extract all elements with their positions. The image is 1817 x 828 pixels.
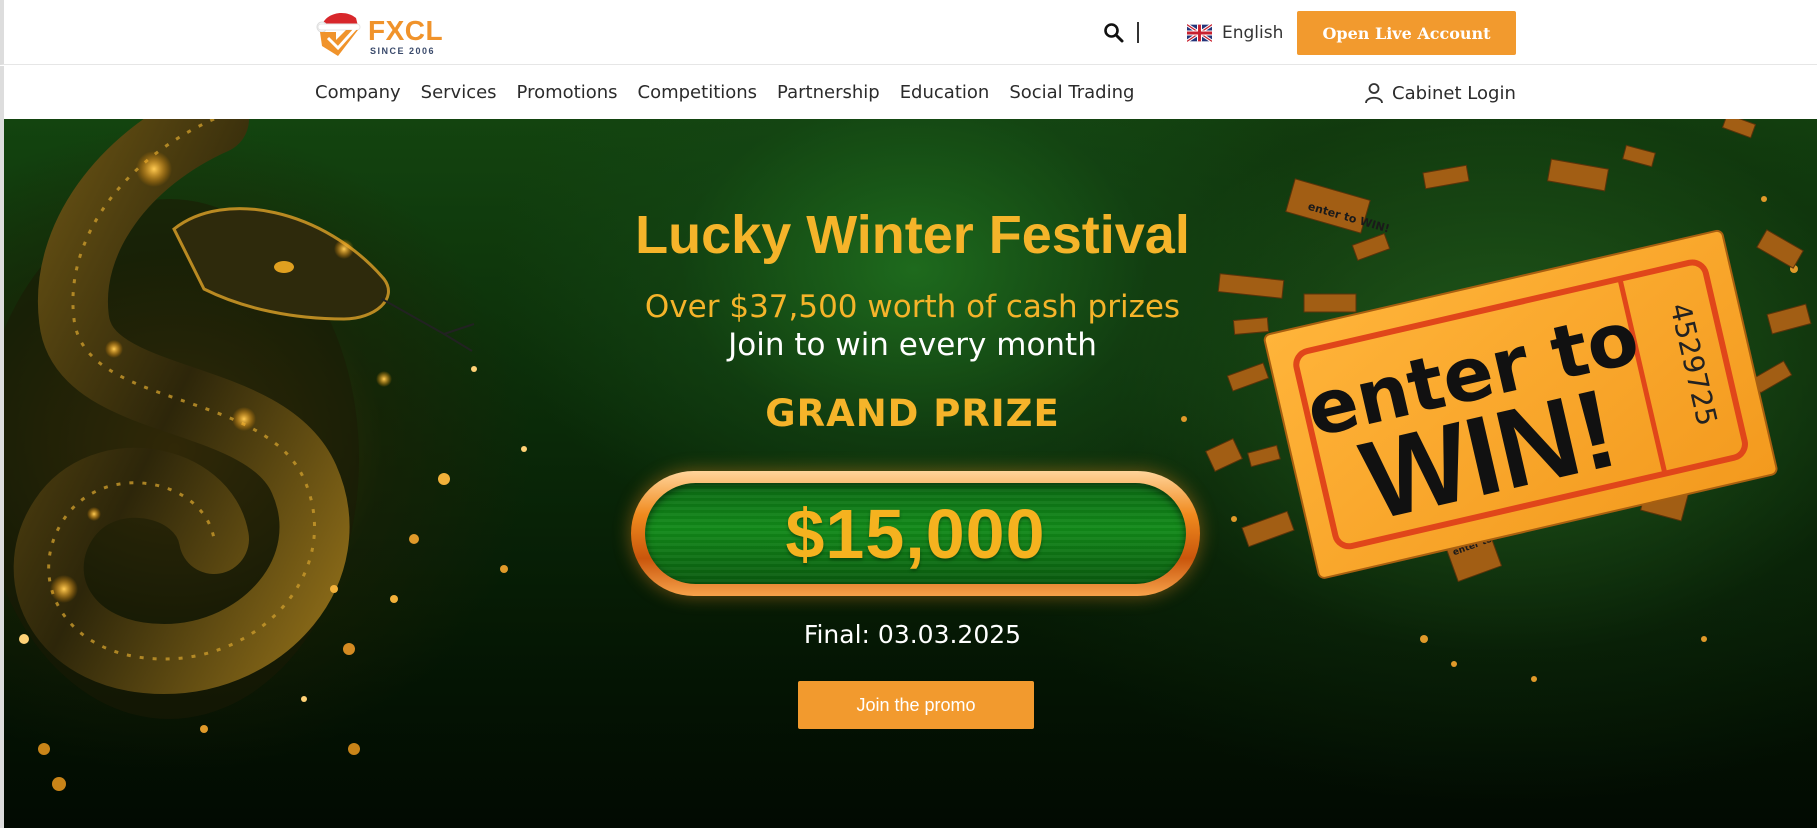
cabinet-login-link[interactable]: Cabinet Login [1364, 79, 1516, 107]
nav-item-services[interactable]: Services [421, 82, 497, 103]
open-live-account-button[interactable]: Open Live Account [1297, 11, 1516, 55]
hero-subtitle: Over $37,500 worth of cash prizes [644, 289, 1181, 325]
nav-item-competitions[interactable]: Competitions [638, 82, 758, 103]
cabinet-login-label: Cabinet Login [1392, 82, 1516, 104]
hero-subtitle-secondary: Join to win every month [728, 327, 1097, 363]
nav-item-social-trading[interactable]: Social Trading [1009, 82, 1134, 103]
join-promo-button[interactable]: Join the promo [798, 681, 1034, 729]
nav-menu: Company Services Promotions Competitions… [315, 66, 1154, 119]
prize-badge-inner: $15,000 [645, 483, 1186, 584]
logo-tagline: SINCE 2006 [370, 46, 436, 56]
logo-mark-icon [316, 12, 361, 56]
nav-item-education[interactable]: Education [900, 82, 990, 103]
top-header: FXCL SINCE 2006 English Open Live Accoun… [0, 0, 1817, 65]
nav-item-partnership[interactable]: Partnership [777, 82, 880, 103]
grand-prize-label: GRAND PRIZE [765, 392, 1060, 435]
header-divider [1137, 22, 1139, 43]
language-selector[interactable]: English [1187, 20, 1283, 46]
nav-item-promotions[interactable]: Promotions [517, 82, 618, 103]
prize-badge: $15,000 [631, 471, 1200, 596]
final-date: Final: 03.03.2025 [803, 620, 1022, 649]
prize-amount: $15,000 [785, 494, 1046, 573]
nav-item-company[interactable]: Company [315, 82, 401, 103]
hero-banner: enter to WIN! enter to WIN! enter to WIN… [0, 119, 1817, 828]
uk-flag-icon [1187, 24, 1212, 42]
user-icon [1365, 83, 1383, 104]
main-nav: Company Services Promotions Competitions… [0, 66, 1817, 119]
language-label: English [1222, 23, 1284, 43]
hero-title: Lucky Winter Festival [635, 205, 1190, 265]
logo-wordmark: FXCL [368, 15, 444, 46]
brand-logo[interactable]: FXCL SINCE 2006 [314, 6, 454, 60]
search-icon[interactable] [1102, 21, 1126, 45]
